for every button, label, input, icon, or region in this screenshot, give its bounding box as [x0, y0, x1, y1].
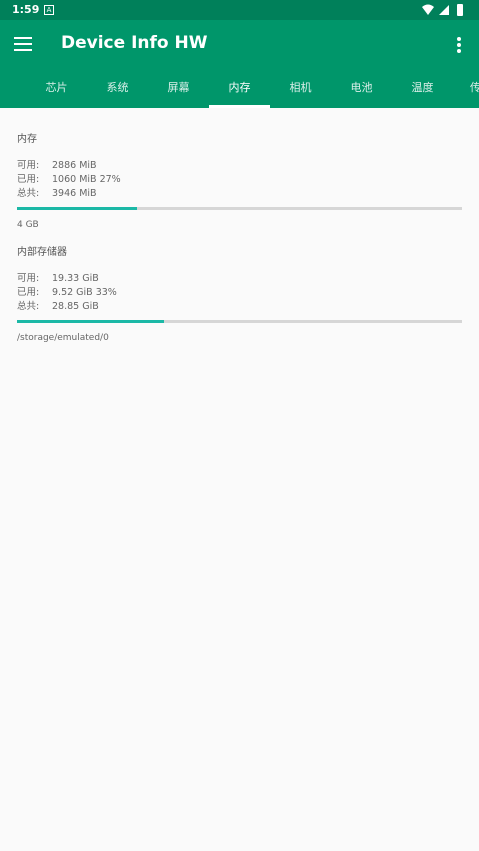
tab-preview[interactable]: 预览	[0, 70, 18, 108]
tab-battery[interactable]: 电池	[331, 70, 392, 108]
tab-indicator	[209, 105, 270, 108]
app-title: Device Info HW	[61, 33, 208, 53]
memory-progress-fill	[17, 207, 138, 210]
app-bar: Device Info HW	[0, 20, 479, 70]
storage-caption: /storage/emulated/0	[17, 333, 109, 343]
storage-progress-bar	[17, 320, 462, 323]
memory-section: 内存 可用: 2886 MiB 已用: 1060 MiB 27% 总共: 394…	[17, 130, 462, 230]
storage-total-value: 28.85 GiB	[52, 301, 99, 312]
memory-available-row: 可用: 2886 MiB	[17, 159, 462, 173]
storage-available-value: 19.33 GiB	[52, 273, 99, 284]
battery-icon	[457, 4, 463, 16]
memory-available-label: 可用:	[17, 160, 40, 171]
memory-used-row: 已用: 1060 MiB 27%	[17, 173, 462, 187]
storage-section: 内部存储器 可用: 19.33 GiB 已用: 9.52 GiB 33% 总共:…	[17, 243, 462, 343]
storage-used-value: 9.52 GiB 33%	[52, 287, 117, 298]
notification-a-icon: A	[44, 5, 54, 15]
menu-icon[interactable]	[14, 37, 32, 51]
tab-temperature[interactable]: 温度	[392, 70, 453, 108]
signal-icon	[439, 5, 449, 15]
wifi-icon	[422, 4, 434, 15]
status-bar: 1:59 A	[0, 0, 479, 20]
status-time: 1:59	[12, 3, 40, 16]
storage-total-label: 总共:	[17, 301, 40, 312]
storage-total-row: 总共: 28.85 GiB	[17, 300, 462, 314]
memory-total-value: 3946 MiB	[52, 188, 97, 199]
status-icons	[422, 4, 463, 16]
tab-camera[interactable]: 相机	[270, 70, 331, 108]
tab-screen[interactable]: 屏幕	[148, 70, 209, 108]
memory-used-label: 已用:	[17, 174, 40, 185]
memory-total-row: 总共: 3946 MiB	[17, 187, 462, 201]
tab-memory[interactable]: 内存	[209, 70, 270, 108]
tab-chip[interactable]: 芯片	[26, 70, 87, 108]
more-options-icon[interactable]	[456, 37, 462, 53]
memory-total-label: 总共:	[17, 188, 40, 199]
storage-used-label: 已用:	[17, 287, 40, 298]
memory-available-value: 2886 MiB	[52, 160, 97, 171]
tab-sensors[interactable]: 传感器	[453, 70, 479, 108]
memory-progress-bar	[17, 207, 462, 210]
storage-used-row: 已用: 9.52 GiB 33%	[17, 286, 462, 300]
memory-caption: 4 GB	[17, 220, 39, 230]
storage-progress-fill	[17, 320, 164, 323]
memory-used-value: 1060 MiB 27%	[52, 174, 121, 185]
storage-available-label: 可用:	[17, 273, 40, 284]
tab-bar: 预览 芯片 系统 屏幕 内存 相机 电池 温度 传感器	[0, 70, 479, 108]
tab-system[interactable]: 系统	[87, 70, 148, 108]
storage-title: 内部存储器	[17, 247, 67, 258]
memory-title: 内存	[17, 134, 37, 145]
storage-available-row: 可用: 19.33 GiB	[17, 272, 462, 286]
